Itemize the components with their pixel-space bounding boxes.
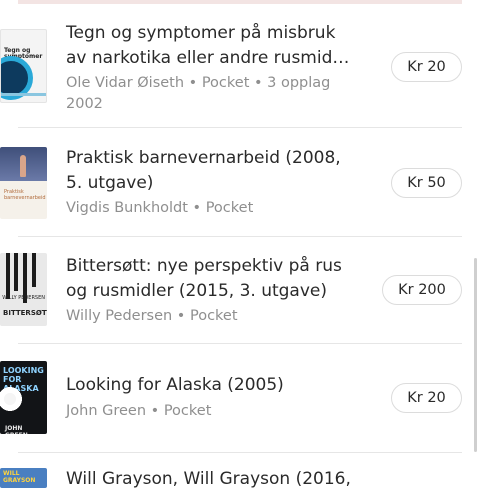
meta-line: Vigdis Bunkholdt • Pocket [66,200,254,216]
title-line: Praktisk barnevernarbeid (2008, [66,148,341,168]
book-title[interactable]: Tegn og symptomer på misbruk av narkotik… [66,21,356,71]
book-listing: Tegn og symptomer Tegn og symptomer på m… [0,0,480,489]
book-meta: Vigdis Bunkholdt • Pocket [66,198,356,219]
cover-streak [32,253,36,287]
cover-author: WILLY PEDERSEN [2,295,45,301]
book-title[interactable]: Praktisk barnevernarbeid (2008, 5. utgav… [66,146,356,196]
cover-author: JOHN GREEN [5,425,28,434]
book-meta: Willy Pedersen • Pocket [66,306,356,327]
scrollbar[interactable] [474,258,477,452]
meta-line: Willy Pedersen • Pocket [66,308,238,324]
book-cover[interactable]: Tegn og symptomer [0,29,47,103]
price-button[interactable]: Kr 20 [391,383,462,413]
meta-line: Ole Vidar Øiseth • Pocket • 3 opplag [66,75,331,91]
cover-stripe [1,93,46,96]
title-line: og rusmidler (2015, 3. utgave) [66,281,327,301]
cover-title: Praktisk barnevernarbeid [4,189,46,201]
divider [18,343,462,344]
book-cover[interactable]: WILL GRAYSON [0,468,47,488]
title-line: Looking for Alaska (2005) [66,375,284,395]
book-meta: John Green • Pocket [66,401,356,422]
cover-title: BITTERSØTT [3,309,47,317]
book-title[interactable]: Bittersøtt: nye perspektiv på rus og rus… [66,254,356,304]
title-line: 5. utgave) [66,173,154,193]
book-cover[interactable]: Praktisk barnevernarbeid [0,147,47,219]
meta-line: John Green • Pocket [66,403,212,419]
price-button[interactable]: Kr 20 [391,52,462,82]
divider [18,236,462,237]
cover-streak [6,253,10,299]
price-button[interactable]: Kr 50 [391,168,462,198]
book-meta: Ole Vidar Øiseth • Pocket • 3 opplag 200… [66,73,356,115]
book-cover[interactable]: WILLY PEDERSEN BITTERSØTT [0,253,47,326]
cover-streak [14,253,18,291]
title-line: Bittersøtt: nye perspektiv på rus [66,256,342,276]
cover-title: WILL GRAYSON [3,470,36,484]
meta-line: 2002 [66,96,103,112]
title-line: Tegn og symptomer på misbruk [66,23,336,43]
cover-figure [20,155,26,177]
divider [18,127,462,128]
title-line: av narkotika eller andre rusmid… [66,48,350,68]
flower-graphic [0,385,24,413]
price-button[interactable]: Kr 200 [382,275,462,305]
book-title[interactable]: Looking for Alaska (2005) [66,373,356,398]
divider [18,452,462,453]
book-cover[interactable]: LOOKING FOR ALASKA JOHN GREEN [0,361,47,434]
